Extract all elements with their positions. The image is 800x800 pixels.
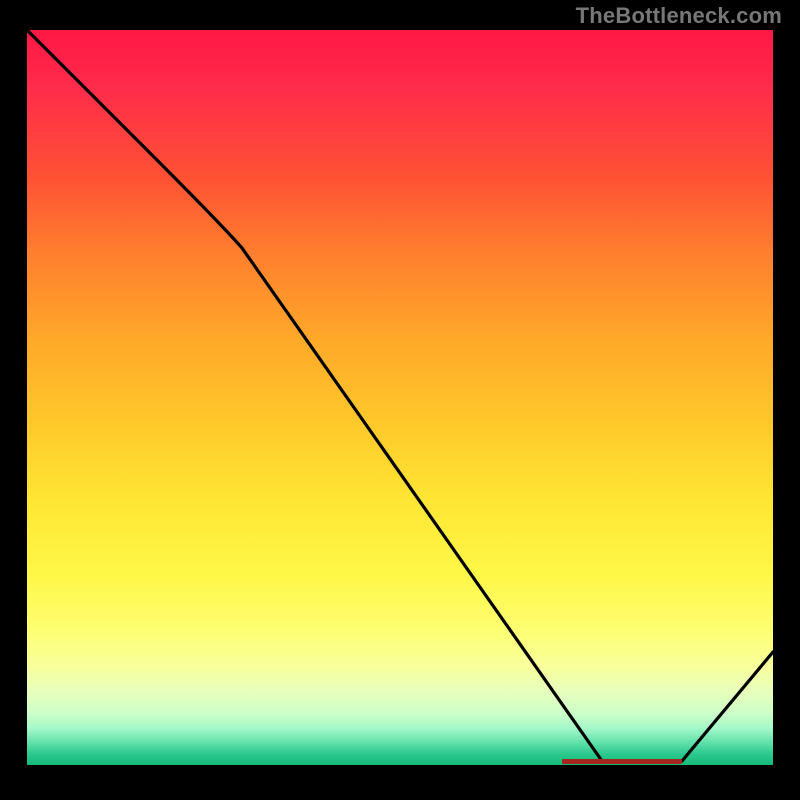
chart-line bbox=[27, 30, 773, 765]
watermark-text: TheBottleneck.com bbox=[576, 3, 782, 29]
plot-area bbox=[27, 30, 773, 765]
optimum-segment-marker bbox=[562, 759, 682, 764]
series-line bbox=[27, 30, 773, 761]
chart-container: TheBottleneck.com bbox=[0, 0, 800, 800]
